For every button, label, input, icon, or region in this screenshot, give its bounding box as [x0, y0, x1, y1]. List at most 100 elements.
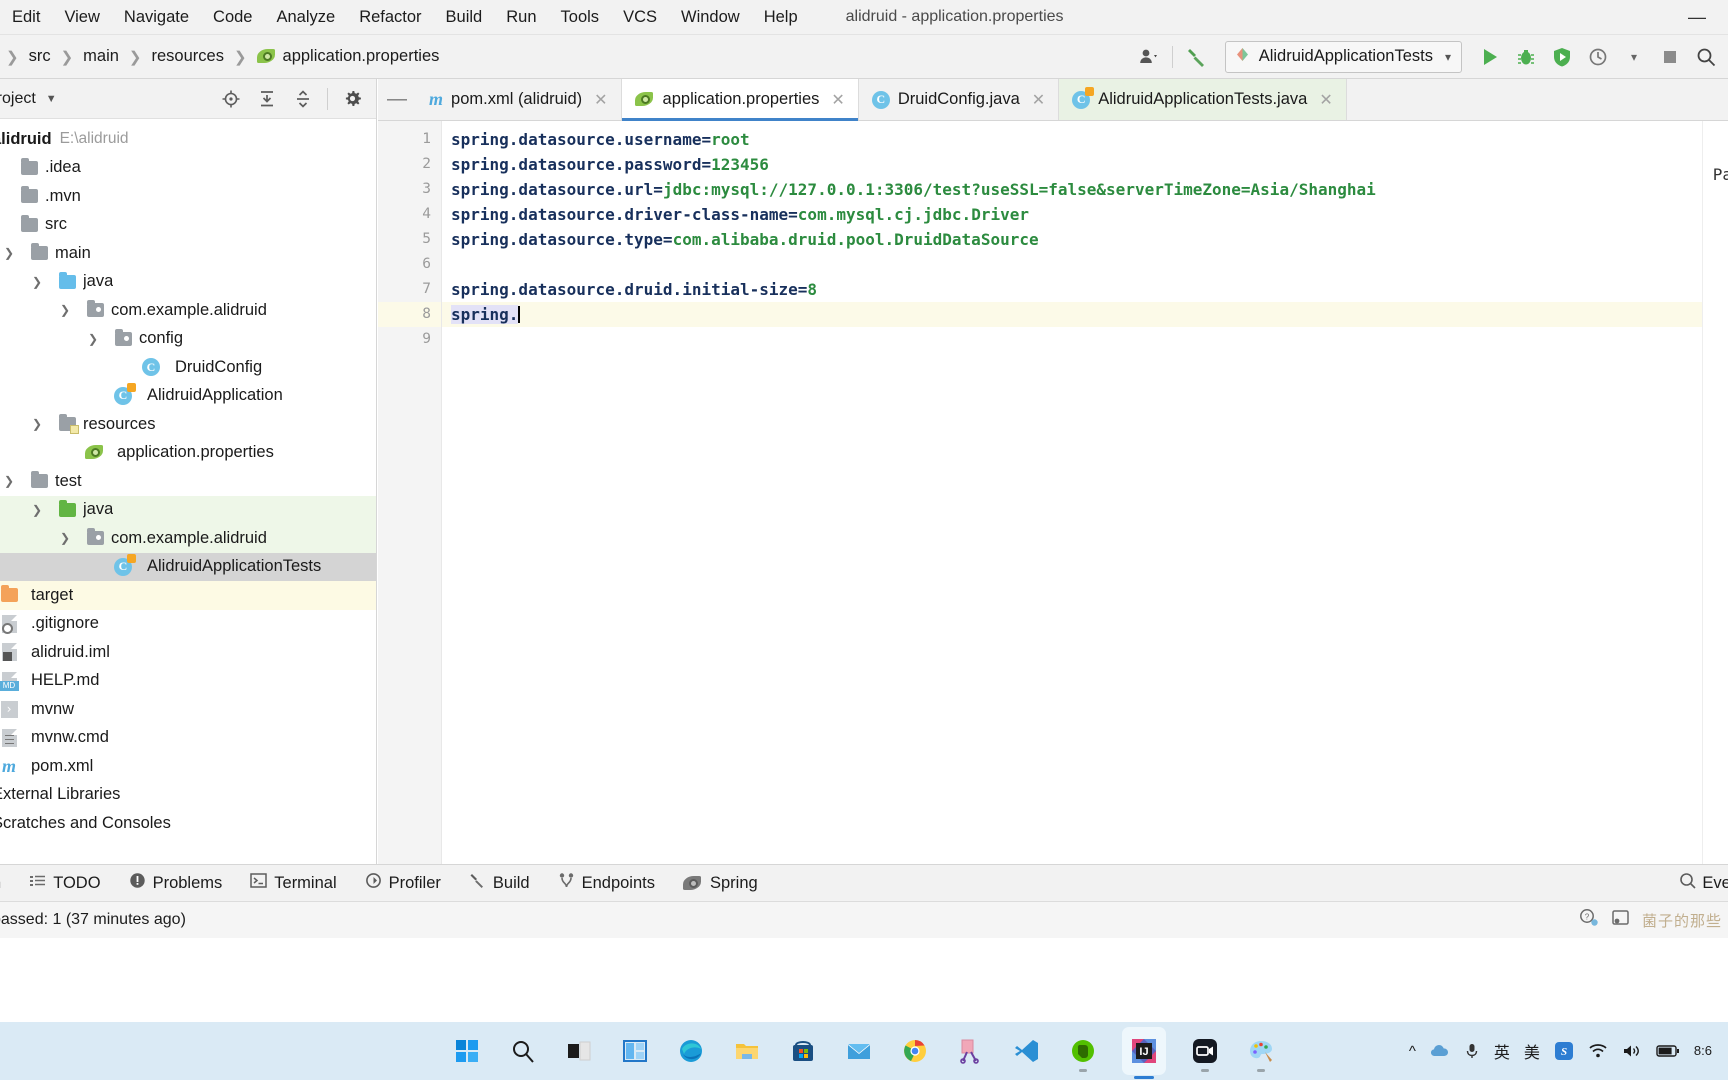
- close-icon[interactable]: ✕: [594, 90, 607, 110]
- hide-tabs-icon[interactable]: —: [378, 79, 416, 120]
- user-icon[interactable]: [1130, 39, 1166, 75]
- tool-window-problems[interactable]: Problems: [115, 865, 237, 902]
- editor-tab-alidruidapplicationtests-java[interactable]: C AlidruidApplicationTests.java ✕: [1059, 79, 1347, 120]
- breadcrumb-item-application-properties[interactable]: application.properties: [251, 47, 446, 66]
- tree-item-mvnw[interactable]: › mvnw: [0, 695, 376, 724]
- microsoft-store-icon[interactable]: [786, 1034, 820, 1068]
- tree-item-application-properties[interactable]: application.properties: [0, 439, 376, 468]
- tree-item-test[interactable]: ❯ test: [0, 467, 376, 496]
- tree-item-alidruidapplication[interactable]: C AlidruidApplication: [0, 382, 376, 411]
- menu-item-window[interactable]: Window: [669, 0, 752, 35]
- tool-window-terminal[interactable]: Terminal: [236, 865, 350, 902]
- settings-gear-icon[interactable]: [334, 81, 370, 117]
- menu-item-navigate[interactable]: Navigate: [112, 0, 201, 35]
- tree-item-mvnw-cmd[interactable]: mvnw.cmd: [0, 724, 376, 753]
- collapse-all-icon[interactable]: [285, 81, 321, 117]
- code-line-1[interactable]: spring.datasource.username=root: [442, 127, 1728, 152]
- chevron-down-icon[interactable]: ❯: [0, 474, 18, 488]
- tree-item-pom-xml[interactable]: m pom.xml: [0, 752, 376, 781]
- menu-item-code[interactable]: Code: [201, 0, 264, 35]
- notification-icon[interactable]: ?: [1578, 907, 1600, 934]
- menu-item-help[interactable]: Help: [752, 0, 810, 35]
- tree-item-druidconfig[interactable]: C DruidConfig: [0, 353, 376, 382]
- tool-window-spring[interactable]: Spring: [669, 865, 772, 902]
- microphone-icon[interactable]: [1464, 1042, 1480, 1060]
- editor-tab-pom-xml[interactable]: m pom.xml (alidruid) ✕: [416, 79, 622, 120]
- debug-icon[interactable]: [1508, 39, 1544, 75]
- run-with-coverage-icon[interactable]: [1544, 39, 1580, 75]
- tree-item-resources[interactable]: ❯ resources: [0, 410, 376, 439]
- editor-tab-druidconfig-java[interactable]: C DruidConfig.java ✕: [858, 79, 1060, 120]
- widgets-icon[interactable]: [618, 1034, 652, 1068]
- run-icon[interactable]: [1472, 39, 1508, 75]
- tool-window-endpoints[interactable]: Endpoints: [544, 865, 669, 902]
- evernote-icon[interactable]: [1066, 1034, 1100, 1072]
- tree-item-src[interactable]: src: [0, 211, 376, 240]
- tool-window-todo[interactable]: TODO: [15, 865, 114, 902]
- code-line-4[interactable]: spring.datasource.driver-class-name=com.…: [442, 202, 1728, 227]
- code-line-9[interactable]: [442, 327, 1728, 352]
- vscode-icon[interactable]: [1010, 1034, 1044, 1068]
- tree-item-alidruidapplicationtests[interactable]: C AlidruidApplicationTests: [0, 552, 376, 581]
- windows-start-icon[interactable]: [450, 1034, 484, 1068]
- battery-icon[interactable]: [1656, 1044, 1680, 1058]
- tree-item-test-package[interactable]: ❯ com.example.alidruid: [0, 524, 376, 553]
- hammer-icon[interactable]: [1179, 39, 1215, 75]
- menu-item-vcs[interactable]: VCS: [611, 0, 669, 35]
- wifi-icon[interactable]: [1588, 1043, 1608, 1059]
- tree-item-target[interactable]: target: [0, 581, 376, 610]
- intellij-idea-icon[interactable]: IJ: [1122, 1027, 1166, 1079]
- chevron-down-icon[interactable]: ▼: [46, 93, 57, 105]
- menu-item-build[interactable]: Build: [434, 0, 495, 35]
- file-explorer-icon[interactable]: [730, 1034, 764, 1068]
- code-editor[interactable]: 1 2 3 4 5 6 7 8 9 spring.datasource.user…: [378, 121, 1728, 864]
- menu-item-tools[interactable]: Tools: [549, 0, 612, 35]
- chevron-down-icon[interactable]: ❯: [28, 503, 46, 517]
- chevron-down-icon[interactable]: ▾: [1616, 39, 1652, 75]
- chrome-browser-icon[interactable]: [898, 1034, 932, 1068]
- breadcrumb-item-src[interactable]: src: [23, 47, 57, 66]
- editor-tab-application-properties[interactable]: application.properties ✕: [621, 79, 859, 121]
- settings-icon[interactable]: [1610, 907, 1632, 934]
- code-content[interactable]: spring.datasource.username=root spring.d…: [442, 121, 1728, 864]
- code-line-7[interactable]: spring.datasource.druid.initial-size=8: [442, 277, 1728, 302]
- tree-item-alidruid-iml[interactable]: alidruid.iml: [0, 638, 376, 667]
- search-icon[interactable]: [1688, 39, 1724, 75]
- breadcrumb-item-main[interactable]: main: [77, 47, 125, 66]
- close-icon[interactable]: ✕: [831, 90, 844, 110]
- chevron-down-icon[interactable]: ❯: [28, 417, 46, 431]
- ime-mode-indicator[interactable]: 美: [1524, 1039, 1540, 1063]
- edge-browser-icon[interactable]: [674, 1034, 708, 1068]
- tree-item-package-com-example-alidruid[interactable]: ❯ com.example.alidruid: [0, 296, 376, 325]
- screen-recorder-icon[interactable]: [1188, 1034, 1222, 1072]
- tree-item-gitignore[interactable]: .gitignore: [0, 610, 376, 639]
- tree-item-mvn[interactable]: .mvn: [0, 182, 376, 211]
- tree-item-package-config[interactable]: ❯ config: [0, 325, 376, 354]
- taskbar-clock[interactable]: 8:6: [1694, 1043, 1712, 1059]
- locate-icon[interactable]: [213, 81, 249, 117]
- menu-item-refactor[interactable]: Refactor: [347, 0, 433, 35]
- code-line-6[interactable]: [442, 252, 1728, 277]
- task-view-icon[interactable]: [562, 1034, 596, 1068]
- paint-icon[interactable]: [1244, 1034, 1278, 1072]
- close-icon[interactable]: ✕: [1319, 90, 1332, 110]
- stop-icon[interactable]: [1652, 39, 1688, 75]
- search-icon[interactable]: [506, 1034, 540, 1068]
- expand-all-icon[interactable]: [249, 81, 285, 117]
- run-configuration-selector[interactable]: AlidruidApplicationTests ▾: [1224, 40, 1462, 73]
- code-line-5[interactable]: spring.datasource.type=com.alibaba.druid…: [442, 227, 1728, 252]
- profiler-icon[interactable]: [1580, 39, 1616, 75]
- chevron-down-icon[interactable]: ❯: [84, 332, 102, 346]
- tool-window-run-truncated[interactable]: n: [0, 865, 15, 902]
- menu-item-analyze[interactable]: Analyze: [264, 0, 347, 35]
- menu-item-edit[interactable]: Edit: [0, 0, 52, 35]
- tree-item-external-libraries[interactable]: External Libraries: [0, 781, 376, 810]
- volume-icon[interactable]: [1622, 1043, 1642, 1059]
- tree-item-help-md[interactable]: MD HELP.md: [0, 667, 376, 696]
- mail-icon[interactable]: [842, 1034, 876, 1068]
- sogou-icon[interactable]: S: [1554, 1041, 1574, 1061]
- tool-window-profiler[interactable]: Profiler: [351, 865, 455, 902]
- chevron-down-icon[interactable]: ❯: [28, 275, 46, 289]
- code-line-3[interactable]: spring.datasource.url=jdbc:mysql://127.0…: [442, 177, 1728, 202]
- tree-root-alidruid[interactable]: alidruid E:\alidruid: [0, 125, 376, 154]
